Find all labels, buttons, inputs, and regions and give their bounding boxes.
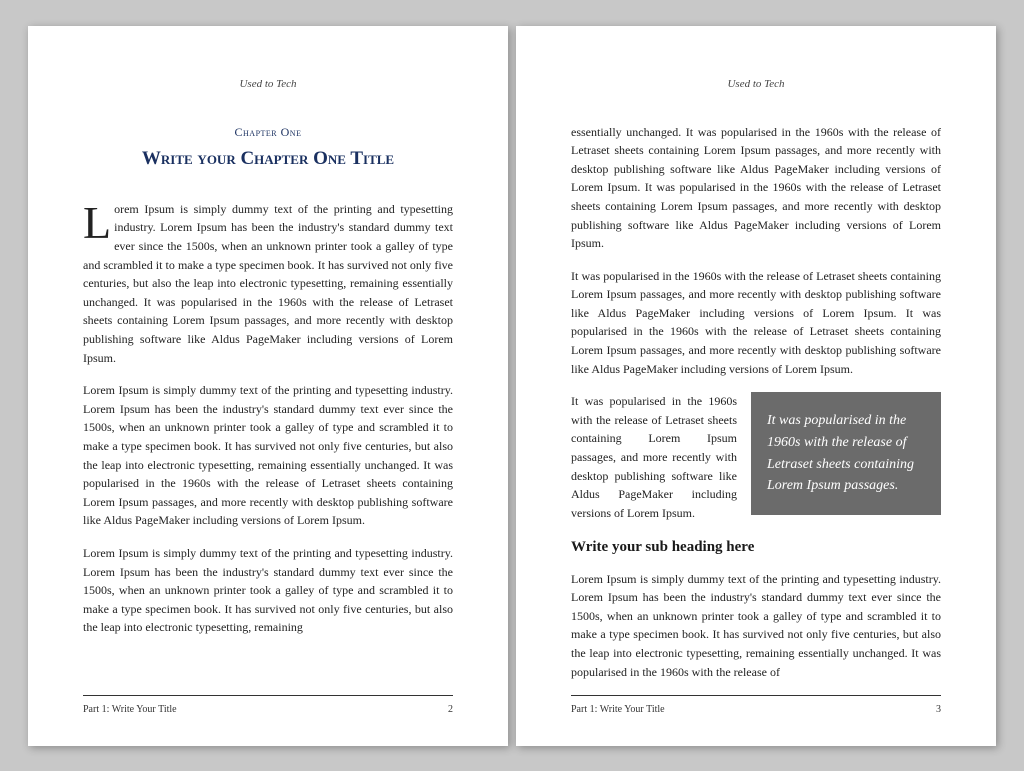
right-page: Used to Tech essentially unchanged. It w…: [516, 26, 996, 746]
right-para-4: Lorem Ipsum is simply dummy text of the …: [571, 570, 941, 682]
right-page-footer: Part 1: Write Your Title 3: [571, 695, 941, 718]
pullquote-text: It was popularised in the 1960s with the…: [767, 413, 914, 493]
footer-right-label: Part 1: Write Your Title: [571, 702, 665, 718]
paragraph-3: Lorem Ipsum is simply dummy text of the …: [83, 544, 453, 637]
left-page: Used to Tech Chapter One Write your Chap…: [28, 26, 508, 746]
right-para-1: essentially unchanged. It was popularise…: [571, 123, 941, 253]
right-page-header: Used to Tech: [571, 76, 941, 93]
pullquote-section: It was popularised in the 1960s with the…: [571, 392, 941, 695]
left-page-footer: Part 1: Write Your Title 2: [83, 695, 453, 718]
left-page-header: Used to Tech: [83, 76, 453, 93]
drop-cap: L: [83, 206, 111, 241]
subheading: Write your sub heading here: [571, 536, 941, 559]
book-spread: Used to Tech Chapter One Write your Chap…: [28, 26, 996, 746]
footer-page-number: 2: [448, 702, 453, 718]
footer-left-label: Part 1: Write Your Title: [83, 702, 177, 718]
footer-page-number-right: 3: [936, 702, 941, 718]
chapter-title: Write your Chapter One Title: [83, 147, 453, 172]
pullquote: It was popularised in the 1960s with the…: [751, 392, 941, 515]
chapter-label: Chapter One: [83, 123, 453, 142]
right-para-2-text: It was popularised in the 1960s with the…: [571, 269, 941, 376]
para1-text: orem Ipsum is simply dummy text of the p…: [83, 202, 453, 365]
paragraph-2: Lorem Ipsum is simply dummy text of the …: [83, 381, 453, 530]
right-para-2: It was popularised in the 1960s with the…: [571, 267, 941, 379]
paragraph-1: L orem Ipsum is simply dummy text of the…: [83, 200, 453, 367]
